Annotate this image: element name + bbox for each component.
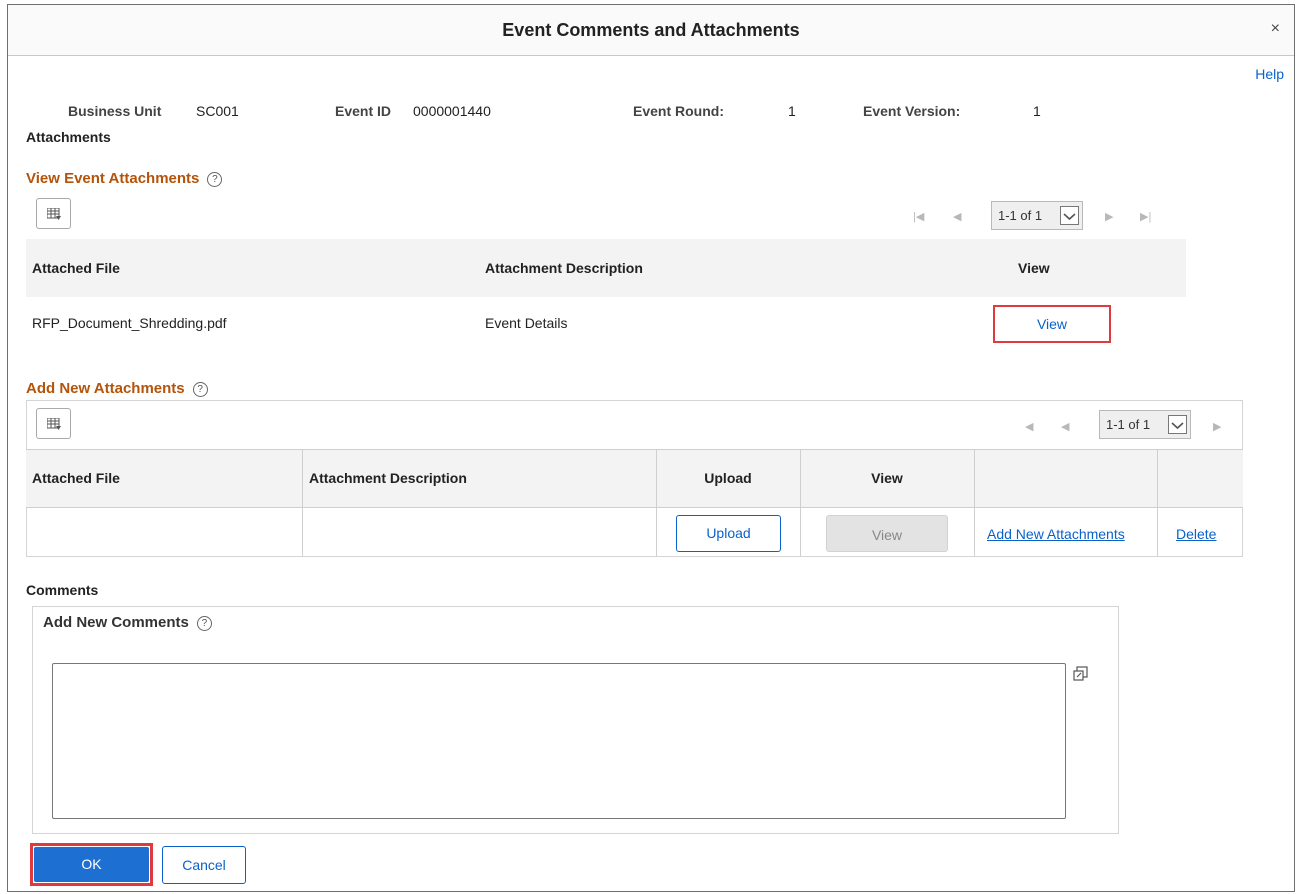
column-header: Attached File: [32, 470, 120, 486]
chevron-down-icon: [1168, 415, 1187, 434]
add-new-comments-title: Add New Comments?: [43, 614, 212, 631]
attachment-description-cell: Event Details: [485, 315, 568, 331]
prev-page-icon[interactable]: ◀: [953, 210, 961, 223]
divider: [974, 449, 975, 557]
column-header: View: [871, 470, 903, 486]
last-page-icon[interactable]: ▶|: [1140, 210, 1151, 223]
divider: [800, 449, 801, 557]
ok-button[interactable]: OK: [34, 847, 149, 882]
highlight-box: OK: [30, 843, 153, 886]
add-new-attachments-link[interactable]: Add New Attachments: [987, 526, 1125, 542]
highlight-box: View: [993, 305, 1111, 343]
column-header: View: [1018, 260, 1050, 276]
business-unit-label: Business Unit: [68, 103, 162, 119]
upload-button[interactable]: Upload: [676, 515, 781, 552]
divider: [302, 449, 303, 557]
event-round-label: Event Round:: [633, 103, 724, 119]
grid-icon: [47, 418, 61, 430]
event-id-label: Event ID: [335, 103, 392, 119]
event-version-value: 1: [1033, 103, 1041, 119]
divider: [26, 507, 1243, 508]
view-button: View: [826, 515, 948, 552]
view-attachments-title: View Event Attachments?: [26, 170, 223, 187]
column-header: Attached File: [32, 260, 120, 276]
column-header: Attachment Description: [485, 260, 643, 276]
pager-select[interactable]: 1-1 of 1: [991, 201, 1083, 230]
close-icon[interactable]: ×: [1271, 20, 1280, 38]
cancel-button[interactable]: Cancel: [162, 846, 246, 884]
help-icon[interactable]: ?: [192, 382, 208, 397]
attached-file-cell: RFP_Document_Shredding.pdf: [32, 315, 227, 331]
event-id-value: 0000001440: [413, 103, 491, 119]
prev-page-icon[interactable]: ◀: [1025, 420, 1033, 433]
grid-options-button[interactable]: [36, 408, 71, 439]
pager-select[interactable]: 1-1 of 1: [1099, 410, 1191, 439]
event-round-value: 1: [788, 103, 796, 119]
divider: [656, 449, 657, 557]
next-page-icon[interactable]: ▶: [1213, 420, 1221, 433]
help-icon[interactable]: ?: [196, 616, 212, 631]
comments-textarea[interactable]: [52, 663, 1066, 819]
divider: [26, 449, 1243, 450]
divider: [1157, 449, 1158, 557]
view-link[interactable]: View: [995, 316, 1109, 332]
prev-page-icon[interactable]: ◀: [1061, 420, 1069, 433]
modal-dialog: Event Comments and Attachments × Help Bu…: [7, 4, 1295, 892]
event-version-label: Event Version:: [863, 103, 961, 119]
attachments-heading: Attachments: [26, 129, 111, 145]
expand-icon[interactable]: [1073, 666, 1089, 685]
chevron-down-icon: [1060, 206, 1079, 225]
delete-link[interactable]: Delete: [1176, 526, 1216, 542]
comments-heading: Comments: [26, 582, 99, 598]
next-page-icon[interactable]: ▶: [1105, 210, 1113, 223]
dialog-titlebar: Event Comments and Attachments ×: [8, 5, 1294, 56]
column-header: Upload: [704, 470, 752, 486]
grid-options-button[interactable]: [36, 198, 71, 229]
business-unit-value: SC001: [196, 103, 239, 119]
grid-icon: [47, 208, 61, 220]
dialog-title: Event Comments and Attachments: [502, 20, 800, 40]
first-page-icon[interactable]: |◀: [913, 210, 924, 223]
help-link[interactable]: Help: [1255, 66, 1284, 82]
add-table-header: [26, 449, 1243, 507]
help-icon[interactable]: ?: [207, 172, 223, 187]
add-attachments-title: Add New Attachments?: [26, 380, 208, 397]
column-header: Attachment Description: [309, 470, 467, 486]
